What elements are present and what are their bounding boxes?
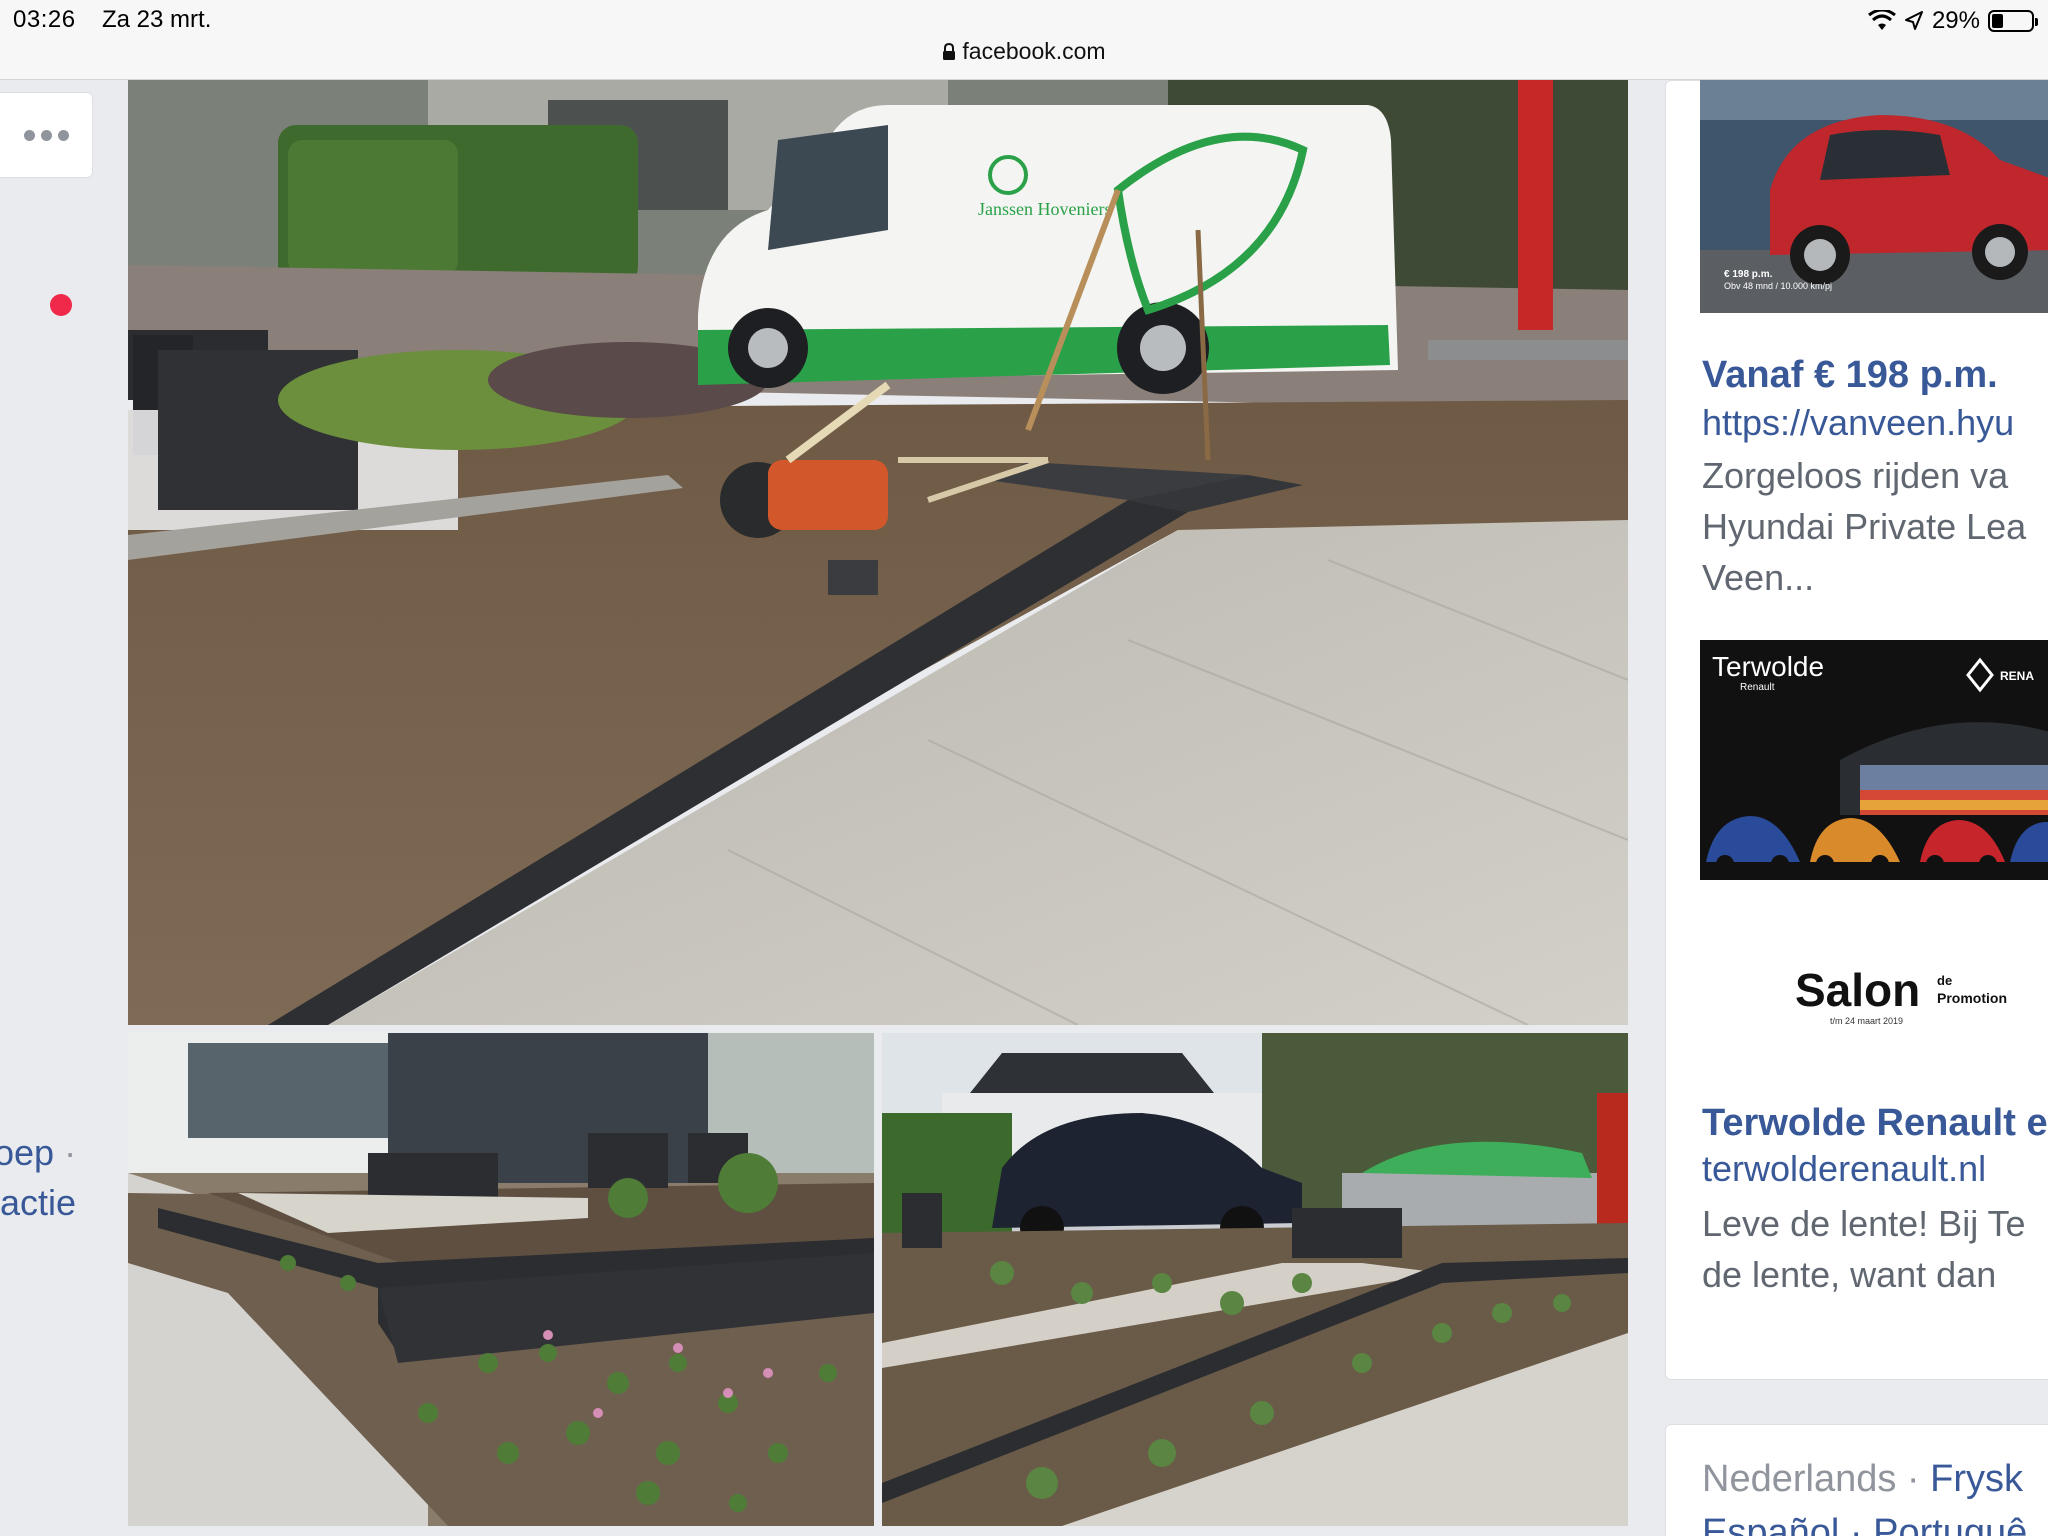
ad-price-caption: € 198 p.m.: [1724, 269, 1773, 280]
ad-url-1[interactable]: https://vanveen.hyu: [1702, 402, 2014, 444]
ad-description-2: Leve de lente! Bij Te de lente, want dan: [1702, 1198, 2026, 1300]
more-options-button[interactable]: [0, 92, 93, 178]
ad-price-subcaption: Obv 48 mnd / 10.000 km/pj: [1724, 281, 1832, 291]
ad-salon-de: de: [1937, 973, 1952, 988]
ad-description-line: de lente, want dan: [1702, 1254, 1997, 1295]
ad-brand-terwolde: Terwolde: [1712, 651, 1824, 682]
status-time: 03:26: [13, 6, 76, 33]
status-right: 29%: [1868, 6, 2038, 36]
status-date: Za 23 mrt.: [102, 6, 212, 33]
ad-description-line: Hyundai Private Lea: [1702, 506, 2027, 547]
battery-icon: [1988, 10, 2038, 32]
left-sidebar-text[interactable]: oep · actie: [0, 1128, 96, 1228]
ad-image-renault[interactable]: Terwolde Renault RENA Salon de Promotion…: [1700, 640, 2048, 1048]
lock-icon: [943, 43, 956, 60]
van-illustration: Janssen Hoveniers: [698, 105, 1398, 394]
ad-brand-right: RENA: [2000, 669, 2034, 683]
ad-description-line: Veen...: [1702, 557, 1815, 598]
battery-level: [1992, 14, 2004, 28]
notification-dot: [50, 294, 72, 316]
ad-url-2[interactable]: terwolderenault.nl: [1702, 1148, 1986, 1190]
left-link-1[interactable]: oep: [0, 1132, 54, 1173]
language-row: Nederlands · Frysk: [1702, 1458, 2023, 1501]
van-logo-text: Janssen Hoveniers: [978, 199, 1111, 219]
ad-description-line: Zorgeloos rijden va: [1702, 455, 2009, 496]
status-bar: 03:26 Za 23 mrt. 29% facebook.com: [0, 0, 2048, 80]
ad-salon-text: Salon: [1795, 964, 1920, 1016]
address-bar[interactable]: facebook.com: [0, 38, 2048, 65]
wifi-icon: [1868, 10, 1896, 30]
language-separator: ·: [1896, 1458, 1931, 1500]
url-text: facebook.com: [962, 38, 1106, 64]
left-separator: ·: [54, 1132, 77, 1173]
ad-description-line: Leve de lente! Bij Te: [1702, 1203, 2026, 1244]
ad-salon-date: t/m 24 maart 2019: [1830, 1016, 1903, 1026]
ad-title-2[interactable]: Terwolde Renault e: [1702, 1102, 2048, 1145]
ad-salon-promo: Promotion: [1937, 990, 2007, 1006]
post-photo-bottom-right[interactable]: [882, 1033, 1628, 1526]
post-photo-bottom-left[interactable]: [128, 1033, 874, 1526]
language-current: Nederlands: [1702, 1458, 1897, 1500]
location-arrow-icon: [1904, 11, 1923, 30]
post-photo-main[interactable]: Janssen Hoveniers: [128, 80, 1628, 1025]
language-link-row-2[interactable]: Español · Portuguê: [1702, 1512, 2027, 1536]
ad-image-hyundai[interactable]: € 198 p.m. Obv 48 mnd / 10.000 km/pj: [1700, 80, 2048, 313]
more-dot: [23, 129, 35, 141]
ad-title-1[interactable]: Vanaf € 198 p.m.: [1702, 354, 1998, 397]
battery-percentage: 29%: [1931, 7, 1980, 34]
more-dot: [57, 129, 69, 141]
ad-brand-sub: Renault: [1740, 682, 1775, 693]
left-link-2[interactable]: actie: [0, 1178, 96, 1228]
ad-description-1: Zorgeloos rijden va Hyundai Private Lea …: [1702, 450, 2026, 603]
language-link-frysk[interactable]: Frysk: [1930, 1458, 2023, 1500]
more-dot: [40, 129, 52, 141]
